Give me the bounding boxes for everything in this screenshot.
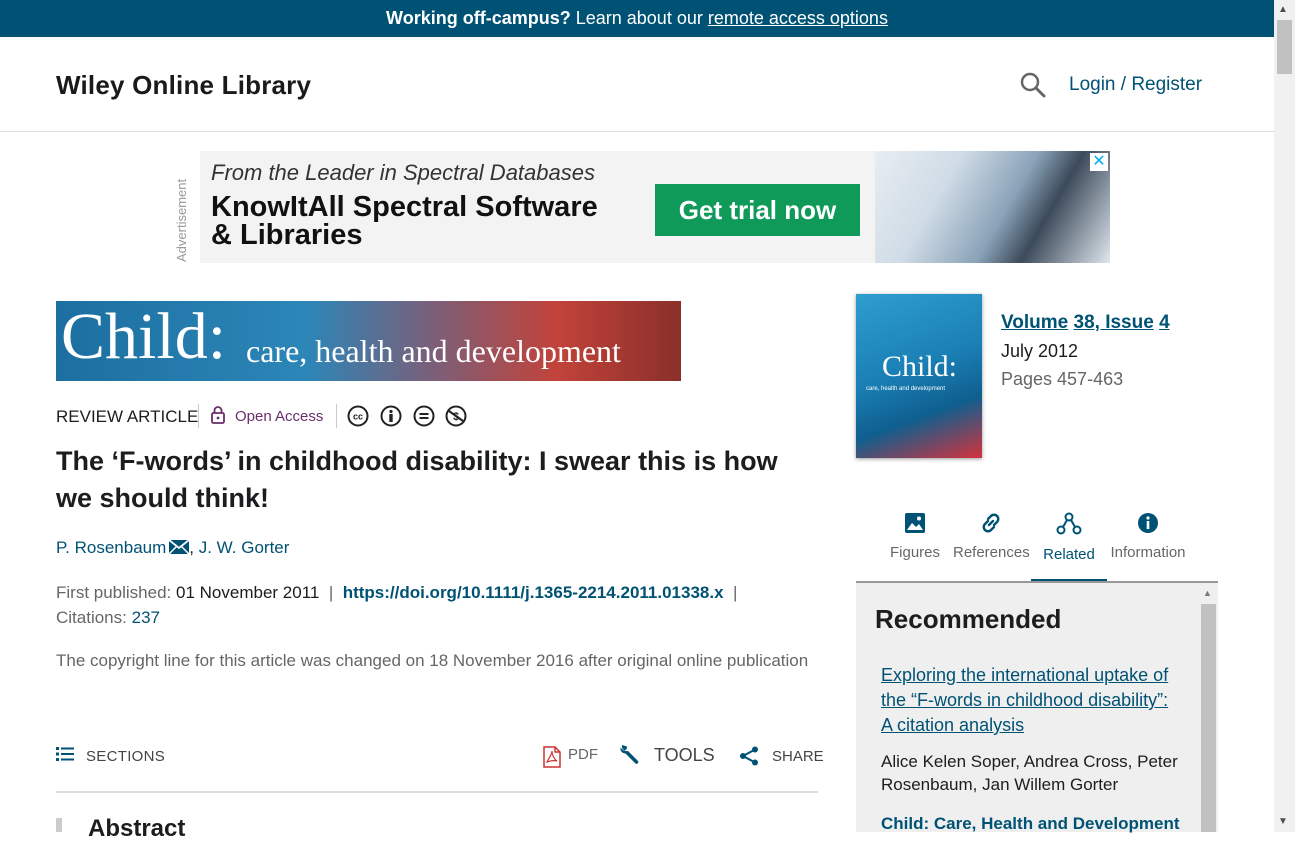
share-icon[interactable] bbox=[739, 746, 759, 766]
banner-lead: Working off-campus? bbox=[386, 8, 571, 28]
site-header: Wiley Online Library Login / Register bbox=[0, 37, 1274, 132]
tab-information-label: Information bbox=[1110, 544, 1186, 561]
issue-date: July 2012 bbox=[1001, 341, 1079, 361]
article-toolbar: SECTIONS PDF TOOLS SHARE bbox=[56, 737, 824, 793]
wiley-logo[interactable]: Wiley Online Library bbox=[56, 70, 311, 101]
recommended-article-authors: Alice Kelen Soper, Andrea Cross, Peter R… bbox=[881, 752, 1178, 794]
tools-button[interactable]: TOOLS bbox=[654, 745, 715, 766]
open-lock-icon bbox=[211, 406, 225, 424]
remote-access-link[interactable]: remote access options bbox=[708, 8, 888, 28]
recommended-author: Alice Kelen Soper bbox=[881, 752, 1016, 771]
journal-banner-title: Child: bbox=[61, 301, 227, 373]
recommended-author: Andrea Cross bbox=[1023, 752, 1128, 771]
volume-issue-link[interactable]: 38, Issue bbox=[1074, 312, 1154, 333]
author-separator: , bbox=[189, 538, 194, 557]
first-published-date: 01 November 2011 bbox=[176, 583, 320, 602]
tab-references[interactable]: References bbox=[953, 510, 1030, 582]
remote-access-banner: Working off-campus? Learn about our remo… bbox=[0, 0, 1274, 37]
doi-link[interactable]: https://doi.org/10.1111/j.1365-2214.2011… bbox=[343, 583, 724, 602]
divider bbox=[336, 404, 337, 428]
pdf-icon[interactable] bbox=[543, 746, 561, 768]
link-icon bbox=[982, 513, 1000, 533]
page-scrollbar-thumb[interactable] bbox=[1277, 20, 1292, 74]
cover-subtitle: care, health and development bbox=[866, 386, 946, 392]
page-scrollbar[interactable] bbox=[1274, 0, 1295, 832]
recommended-scroll-up-icon[interactable]: ▲ bbox=[1203, 588, 1212, 598]
svg-text:cc: cc bbox=[353, 412, 363, 422]
issue-number-link[interactable]: 4 bbox=[1159, 312, 1170, 333]
related-icon bbox=[1056, 512, 1082, 535]
abstract-marker bbox=[56, 818, 62, 832]
first-published-label: First published: bbox=[56, 583, 172, 602]
publication-info: First published: 01 November 2011 | http… bbox=[56, 580, 816, 630]
no-derivatives-icon[interactable] bbox=[413, 405, 435, 427]
abstract-heading: Abstract bbox=[88, 815, 186, 842]
cover-title: Child: bbox=[882, 350, 958, 383]
image-icon bbox=[905, 513, 925, 533]
ad-headline: KnowItAll Spectral Software & Libraries bbox=[211, 191, 598, 251]
journal-cover-image[interactable]: Child: care, health and development bbox=[856, 294, 982, 458]
author-list: P. Rosenbaum , J. W. Gorter bbox=[56, 538, 289, 558]
article-type: REVIEW ARTICLE bbox=[56, 407, 199, 426]
non-commercial-icon[interactable]: $ bbox=[445, 405, 467, 427]
article-title: The ‘F-words’ in childhood disability: I… bbox=[56, 446, 778, 513]
author-link[interactable]: J. W. Gorter bbox=[199, 538, 290, 557]
open-access-label[interactable]: Open Access bbox=[235, 408, 323, 425]
issue-link[interactable]: Volume 38, Issue 4 bbox=[1001, 312, 1170, 334]
recommended-scrollbar-thumb[interactable] bbox=[1201, 604, 1216, 832]
wrench-icon[interactable] bbox=[619, 743, 641, 765]
tab-figures-label: Figures bbox=[889, 544, 941, 561]
ad-label-text: Advertisement bbox=[174, 178, 189, 262]
info-separator: | bbox=[328, 583, 334, 602]
journal-banner-subtitle: care, health and development bbox=[246, 333, 621, 369]
citations-count-link[interactable]: 237 bbox=[132, 608, 160, 627]
journal-banner[interactable]: Child: care, health and development bbox=[56, 301, 681, 381]
recommended-heading: Recommended bbox=[875, 604, 1062, 634]
recommended-article-link[interactable]: Exploring the international uptake of th… bbox=[881, 663, 1181, 738]
author-link[interactable]: P. Rosenbaum bbox=[56, 538, 166, 557]
ad-headline-line2: & Libraries bbox=[211, 219, 363, 251]
scroll-up-arrow-icon[interactable]: ▲ bbox=[1278, 4, 1288, 15]
share-button[interactable]: SHARE bbox=[772, 748, 824, 765]
list-icon[interactable] bbox=[56, 746, 74, 762]
issue-pages: Pages 457-463 bbox=[1001, 369, 1124, 389]
advertisement[interactable]: From the Leader in Spectral Databases Kn… bbox=[200, 151, 1110, 263]
ad-close-icon[interactable]: ✕ bbox=[1090, 153, 1108, 171]
scroll-down-arrow-icon[interactable]: ▼ bbox=[1278, 816, 1288, 827]
recommended-journal-link[interactable]: Child: Care, Health and Development bbox=[881, 814, 1181, 834]
cc-icon[interactable]: cc bbox=[347, 405, 369, 427]
tab-references-label: References bbox=[953, 544, 1030, 561]
tab-related-label: Related bbox=[1043, 546, 1095, 563]
citations-label: Citations: bbox=[56, 608, 127, 627]
copyright-note: The copyright line for this article was … bbox=[56, 651, 809, 670]
by-attribution-icon[interactable] bbox=[380, 405, 402, 427]
tab-information[interactable]: Information bbox=[1109, 510, 1187, 582]
recommended-author: Jan Willem Gorter bbox=[982, 775, 1119, 794]
ad-label: Advertisement bbox=[166, 160, 196, 262]
banner-text: Learn about our bbox=[575, 8, 703, 28]
info-icon bbox=[1138, 513, 1158, 533]
ad-headline-line1: KnowItAll Spectral Software bbox=[211, 191, 598, 223]
search-icon[interactable] bbox=[1020, 72, 1046, 98]
ad-trial-button[interactable]: Get trial now bbox=[655, 184, 860, 236]
tab-figures[interactable]: Figures bbox=[877, 510, 953, 582]
ad-tagline: From the Leader in Spectral Databases bbox=[211, 160, 595, 185]
divider bbox=[198, 404, 199, 428]
info-separator: | bbox=[733, 583, 738, 602]
pdf-button[interactable]: PDF bbox=[568, 746, 598, 763]
login-register-link[interactable]: Login / Register bbox=[1069, 74, 1202, 96]
email-icon[interactable] bbox=[168, 539, 190, 555]
volume-link[interactable]: Volume bbox=[1001, 312, 1068, 333]
tab-related[interactable]: Related bbox=[1031, 510, 1107, 582]
sections-button[interactable]: SECTIONS bbox=[86, 748, 165, 765]
ad-photo bbox=[875, 151, 1110, 263]
